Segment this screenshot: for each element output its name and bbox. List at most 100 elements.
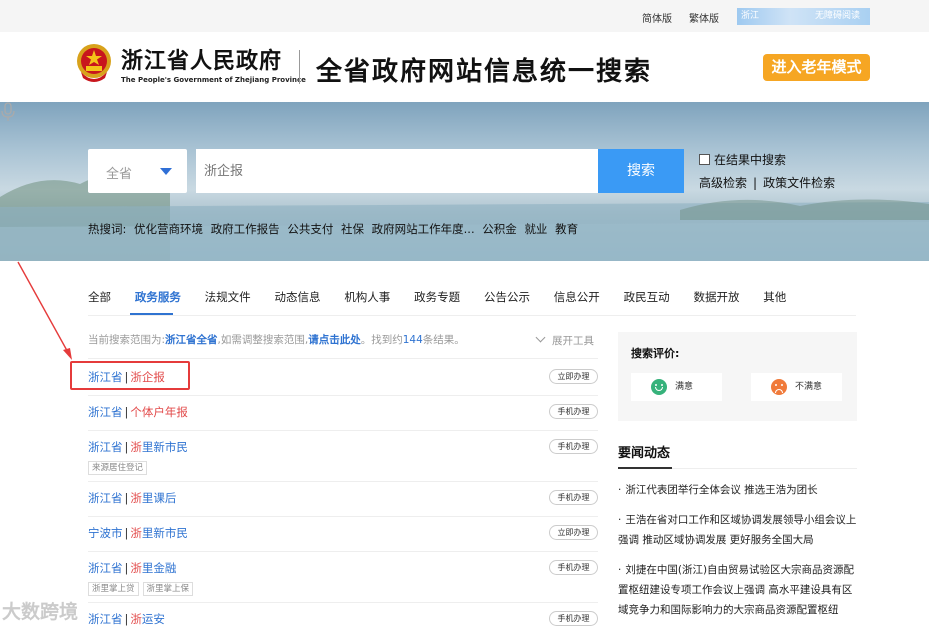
- summary-scope: 浙江省全省: [165, 334, 218, 346]
- tab-personnel[interactable]: 机构人事: [344, 289, 390, 305]
- result-item[interactable]: 宁波市 | 浙里新市民 立即办理: [88, 525, 598, 541]
- news-section-title: 要闻动态: [618, 446, 671, 461]
- accessibility-link[interactable]: 无障碍阅读: [815, 8, 860, 25]
- result-service[interactable]: 里课后: [142, 491, 177, 505]
- divider: [88, 481, 598, 482]
- tabs-divider: [88, 315, 856, 316]
- national-emblem-icon: [77, 44, 111, 82]
- microphone-icon[interactable]: [0, 102, 16, 122]
- site-title: 全省政府网站信息统一搜索: [316, 57, 653, 87]
- tab-all[interactable]: 全部: [88, 289, 111, 305]
- result-region[interactable]: 浙江省: [88, 612, 123, 626]
- result-count: 144: [402, 334, 423, 346]
- news-item[interactable]: 浙江代表团举行全体会议 推选王浩为团长: [618, 480, 860, 500]
- active-tab-indicator: [130, 313, 173, 315]
- expand-tools-label: 展开工具: [552, 335, 594, 347]
- tab-open-data[interactable]: 数据开放: [693, 289, 739, 305]
- result-region[interactable]: 浙江省: [88, 405, 123, 419]
- tab-regulations[interactable]: 法规文件: [205, 289, 251, 305]
- annotation-highlight-box: [70, 361, 190, 390]
- search-in-results[interactable]: 在结果中搜索: [699, 151, 786, 168]
- tab-news[interactable]: 动态信息: [274, 289, 320, 305]
- result-service[interactable]: 里金融: [142, 561, 177, 575]
- link-divider: |: [753, 176, 758, 190]
- tab-other[interactable]: 其他: [763, 289, 786, 305]
- title-divider: |: [124, 491, 129, 505]
- result-service[interactable]: 运安: [142, 612, 165, 626]
- search-input[interactable]: [196, 149, 598, 193]
- result-item[interactable]: 浙江省 | 浙里金融 浙里掌上贷 浙里掌上保 手机办理: [88, 560, 598, 596]
- adjust-scope-link[interactable]: 请点击此处: [308, 334, 361, 346]
- result-service-keyword[interactable]: 浙: [130, 491, 142, 505]
- hot-words-label: 热搜词:: [88, 222, 127, 236]
- result-service-keyword[interactable]: 浙: [130, 612, 142, 626]
- dropdown-arrow-icon: [160, 168, 172, 175]
- result-item[interactable]: 浙江省 | 浙运安 手机办理: [88, 611, 598, 627]
- unsatisfied-button[interactable]: 不满意: [751, 373, 842, 401]
- hot-word[interactable]: 政府网站工作年度...: [372, 222, 475, 236]
- result-item[interactable]: 浙江省 | 浙里课后 手机办理: [88, 490, 598, 506]
- hot-word[interactable]: 公积金: [482, 222, 517, 236]
- hot-word[interactable]: 公共支付: [287, 222, 333, 236]
- in-results-checkbox[interactable]: [699, 154, 710, 165]
- sad-face-icon: [771, 379, 787, 395]
- result-item[interactable]: 浙江省 | 个体户年报 手机办理: [88, 404, 598, 420]
- handle-button[interactable]: 立即办理: [549, 525, 598, 540]
- expand-tools-button[interactable]: 展开工具: [535, 332, 594, 348]
- result-item[interactable]: 浙江省 | 浙里新市民 来源居住登记 手机办理: [88, 439, 598, 475]
- handle-button[interactable]: 手机办理: [549, 439, 598, 454]
- result-service-keyword[interactable]: 浙: [130, 561, 142, 575]
- result-region[interactable]: 浙江省: [88, 491, 123, 505]
- title-divider: |: [124, 561, 129, 575]
- handle-button[interactable]: 手机办理: [549, 490, 598, 505]
- title-divider: |: [124, 526, 129, 540]
- result-region[interactable]: 浙江省: [88, 561, 123, 575]
- result-tag[interactable]: 浙里掌上贷: [88, 582, 139, 596]
- title-divider: |: [124, 405, 129, 419]
- hot-word[interactable]: 优化营商环境: [134, 222, 203, 236]
- tab-notices[interactable]: 公告公示: [484, 289, 530, 305]
- policy-search-link[interactable]: 政策文件检索: [763, 176, 835, 190]
- tab-topics[interactable]: 政务专题: [414, 289, 460, 305]
- traditional-link[interactable]: 繁体版: [689, 10, 719, 25]
- advanced-search-link[interactable]: 高级检索: [699, 176, 747, 190]
- result-tag[interactable]: 来源居住登记: [88, 461, 148, 475]
- summary-prefix: 当前搜索范围为:: [88, 334, 166, 346]
- result-service[interactable]: 里新市民: [142, 440, 188, 454]
- hot-word[interactable]: 就业: [524, 222, 547, 236]
- divider: [88, 395, 598, 396]
- divider: [88, 516, 598, 517]
- result-service[interactable]: 个体户年报: [130, 405, 188, 419]
- hot-word[interactable]: 教育: [555, 222, 578, 236]
- tab-disclosure[interactable]: 信息公开: [554, 289, 600, 305]
- handle-button[interactable]: 立即办理: [549, 369, 598, 384]
- user-box[interactable]: 浙江 无障碍阅读: [737, 8, 870, 25]
- hot-word[interactable]: 社保: [341, 222, 364, 236]
- news-item[interactable]: 王浩在省对口工作和区域协调发展领导小组会议上强调 推动区域协调发展 更好服务全国…: [618, 510, 860, 550]
- elder-mode-button[interactable]: 进入老年模式: [763, 54, 870, 81]
- result-service[interactable]: 里新市民: [142, 526, 188, 540]
- result-region[interactable]: 浙江省: [88, 440, 123, 454]
- result-region[interactable]: 宁波市: [88, 526, 123, 540]
- tab-interaction[interactable]: 政民互动: [624, 289, 670, 305]
- handle-button[interactable]: 手机办理: [549, 611, 598, 626]
- search-button[interactable]: 搜索: [598, 149, 684, 193]
- watermark-logo: 大数跨境: [2, 601, 79, 623]
- brand-divider: [299, 50, 300, 84]
- result-service-keyword[interactable]: 浙: [130, 440, 142, 454]
- result-tag[interactable]: 浙里掌上保: [142, 582, 194, 596]
- smile-face-icon: [651, 379, 667, 395]
- tab-government-services[interactable]: 政务服务: [135, 289, 181, 305]
- satisfied-button[interactable]: 满意: [631, 373, 722, 401]
- result-service-keyword[interactable]: 浙: [130, 526, 142, 540]
- site-header: 浙江省人民政府 The People's Government of Zheji…: [0, 32, 929, 102]
- news-item[interactable]: 刘捷在中国(浙江)自由贸易试验区大宗商品资源配置枢纽建设专项工作会议上强调 高水…: [618, 560, 860, 632]
- hot-word[interactable]: 政府工作报告: [211, 222, 280, 236]
- title-divider: |: [124, 612, 129, 626]
- evaluation-title: 搜索评价:: [631, 347, 680, 360]
- brand-name: 浙江省人民政府: [121, 48, 283, 74]
- simplified-link[interactable]: 简体版: [642, 10, 672, 25]
- scope-select[interactable]: 全省: [88, 149, 187, 193]
- handle-button[interactable]: 手机办理: [549, 560, 598, 575]
- handle-button[interactable]: 手机办理: [549, 404, 598, 419]
